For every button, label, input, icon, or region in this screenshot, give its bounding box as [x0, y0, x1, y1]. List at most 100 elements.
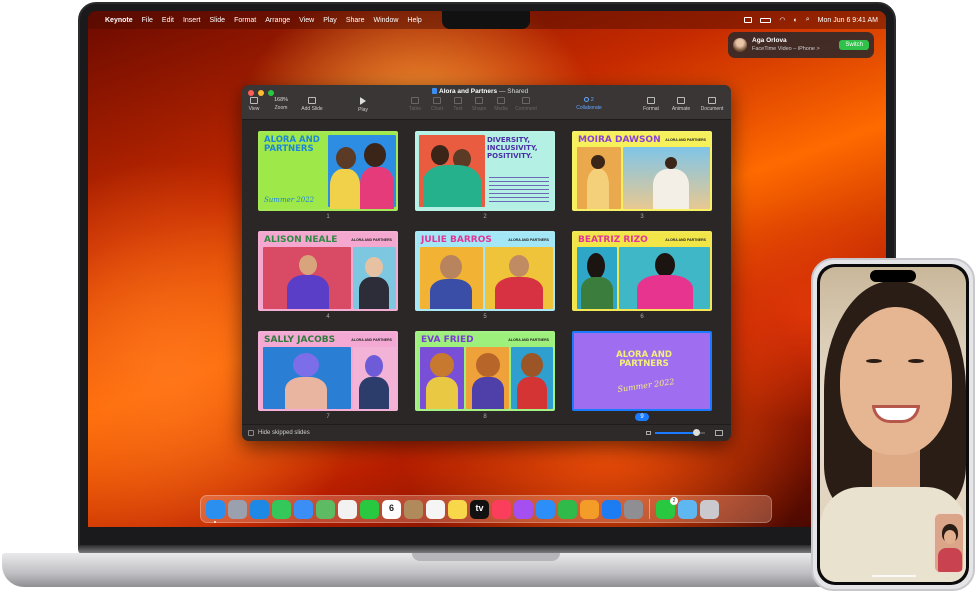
menu-file[interactable]: File: [142, 17, 153, 24]
small-thumbnails-icon[interactable]: [646, 431, 651, 435]
dock-app-keynote[interactable]: [536, 499, 555, 519]
slide-thumbnail-selected[interactable]: ALORA AND PARTNERS Summer 2022: [572, 331, 712, 411]
slide-number: 3: [640, 214, 644, 220]
document-shared-status[interactable]: — Shared: [499, 88, 528, 95]
dock-app-numbers[interactable]: [558, 499, 577, 519]
table-icon: [411, 97, 419, 104]
slide-photo: [623, 147, 710, 209]
dock-app-messages[interactable]: [272, 499, 291, 519]
menu-window[interactable]: Window: [374, 17, 399, 24]
add-slide-button[interactable]: Add Slide: [298, 97, 326, 112]
dock-app-pages[interactable]: [580, 499, 599, 519]
slide-number: 2: [483, 214, 487, 220]
facetime-remote-video: [820, 267, 966, 582]
table-button[interactable]: Table: [406, 97, 424, 112]
dock-app-safari[interactable]: [250, 499, 269, 519]
dock-app-launchpad[interactable]: [228, 499, 247, 519]
slide-thumbnail[interactable]: BEATRIZ RIZO ALORA AND PARTNERS: [572, 231, 712, 311]
slide-thumbnail[interactable]: DIVERSITY, INCLUSIVITY, POSITIVITY.: [415, 131, 555, 211]
dock-app-reminders[interactable]: [426, 499, 445, 519]
search-icon[interactable]: ⌕: [806, 16, 810, 24]
media-button[interactable]: Media: [492, 97, 510, 112]
dock: 6 tv 2: [200, 495, 772, 523]
text-button[interactable]: Text: [450, 97, 466, 112]
switch-button[interactable]: Switch: [839, 40, 869, 50]
menu-edit[interactable]: Edit: [162, 17, 174, 24]
comment-button[interactable]: Comment: [514, 97, 538, 112]
mac-desktop: Keynote File Edit Insert Slide Format Ar…: [88, 11, 886, 527]
camera-notch: [442, 11, 530, 29]
menu-play[interactable]: Play: [323, 17, 337, 24]
home-indicator[interactable]: [872, 575, 916, 577]
slide-photo: [263, 247, 351, 309]
document-button[interactable]: Document: [698, 97, 726, 112]
keynote-footer: Hide skipped slides: [242, 424, 731, 441]
control-center-icon[interactable]: ◐: [794, 17, 798, 24]
dock-app-music[interactable]: [492, 499, 511, 519]
dock-app-trash[interactable]: [700, 499, 719, 519]
slide-tag: ALORA AND PARTNERS: [508, 238, 549, 242]
menu-app-name[interactable]: Keynote: [105, 17, 133, 24]
slide-title: JULIE BARROS: [421, 235, 492, 245]
menubar-clock[interactable]: Mon Jun 6 9:41 AM: [818, 17, 878, 24]
battery-icon[interactable]: [760, 17, 772, 23]
menu-format[interactable]: Format: [234, 17, 256, 24]
slide-thumbnail[interactable]: JULIE BARROS ALORA AND PARTNERS: [415, 231, 555, 311]
dock-app-finder[interactable]: [206, 499, 225, 523]
close-window-button[interactable]: [248, 90, 254, 96]
slide-thumbnail[interactable]: SALLY JACOBS ALORA AND PARTNERS: [258, 331, 398, 411]
dock-app-mail[interactable]: [294, 499, 313, 519]
menu-insert[interactable]: Insert: [183, 17, 201, 24]
slide-number: 8: [483, 414, 487, 420]
dock-app-podcasts[interactable]: [514, 499, 533, 519]
dock-app-maps[interactable]: [316, 499, 335, 519]
menu-arrange[interactable]: Arrange: [265, 17, 290, 24]
facetime-handoff-notification[interactable]: Aga Orlova FaceTime Video – iPhone > Swi…: [728, 32, 874, 58]
dock-app-facetime-active[interactable]: 2: [656, 496, 678, 519]
dock-app-calendar[interactable]: 6: [382, 499, 401, 519]
dock-app-notes[interactable]: [448, 499, 467, 519]
zoom-window-button[interactable]: [268, 90, 274, 96]
dock-app-contacts[interactable]: [404, 499, 423, 519]
person-icon: [584, 97, 590, 102]
caller-name: Aga Orlova: [752, 37, 787, 44]
add-slide-icon: [308, 97, 316, 104]
slide-thumbnail[interactable]: EVA FRIED ALORA AND PARTNERS: [415, 331, 555, 411]
facetime-status-icon[interactable]: [744, 17, 753, 23]
view-button[interactable]: View: [246, 97, 262, 112]
animate-button[interactable]: Animate: [670, 97, 692, 112]
document-title: Alora and Partners — Shared: [432, 88, 528, 95]
zoom-menu[interactable]: 168% Zoom: [268, 97, 294, 111]
dock-app-photos[interactable]: [338, 499, 357, 519]
menu-slide[interactable]: Slide: [209, 17, 225, 24]
chart-button[interactable]: Chart: [428, 97, 446, 112]
slide-thumbnail[interactable]: ALORA AND PARTNERS Summer 2022: [258, 131, 398, 211]
caller-subtitle: FaceTime Video – iPhone >: [752, 46, 820, 52]
slide-photo: [353, 347, 396, 409]
slide-title: DIVERSITY, INCLUSIVITY, POSITIVITY.: [487, 136, 538, 160]
slide-number: 1: [326, 214, 330, 220]
slider-knob[interactable]: [692, 429, 700, 436]
dock-app-app-store[interactable]: [602, 499, 621, 519]
collaborate-button[interactable]: 2 Collaborate: [572, 97, 606, 111]
menu-share[interactable]: Share: [346, 17, 365, 24]
menu-help[interactable]: Help: [407, 17, 421, 24]
shape-button[interactable]: Shape: [470, 97, 488, 112]
large-thumbnails-icon[interactable]: [715, 430, 723, 436]
minimize-window-button[interactable]: [258, 90, 264, 96]
slide-tag: ALORA AND PARTNERS: [351, 338, 392, 342]
hide-skipped-label[interactable]: Hide skipped slides: [258, 430, 310, 436]
hide-skipped-checkbox[interactable]: [248, 430, 254, 436]
slide-thumbnail[interactable]: MOIRA DAWSON ALORA AND PARTNERS: [572, 131, 712, 211]
thumbnail-size-slider[interactable]: [655, 429, 705, 436]
menu-view[interactable]: View: [299, 17, 314, 24]
slide-thumbnail[interactable]: ALISON NEALE ALORA AND PARTNERS: [258, 231, 398, 311]
dock-app-system-settings[interactable]: [624, 499, 643, 519]
dock-app-downloads[interactable]: [678, 499, 697, 519]
format-button[interactable]: Format: [642, 97, 660, 112]
play-button[interactable]: Play: [354, 97, 372, 113]
facetime-self-view[interactable]: [934, 513, 964, 573]
dock-app-tv[interactable]: tv: [470, 499, 489, 519]
dock-app-facetime[interactable]: [360, 499, 379, 519]
wifi-icon[interactable]: ◠: [779, 16, 785, 24]
